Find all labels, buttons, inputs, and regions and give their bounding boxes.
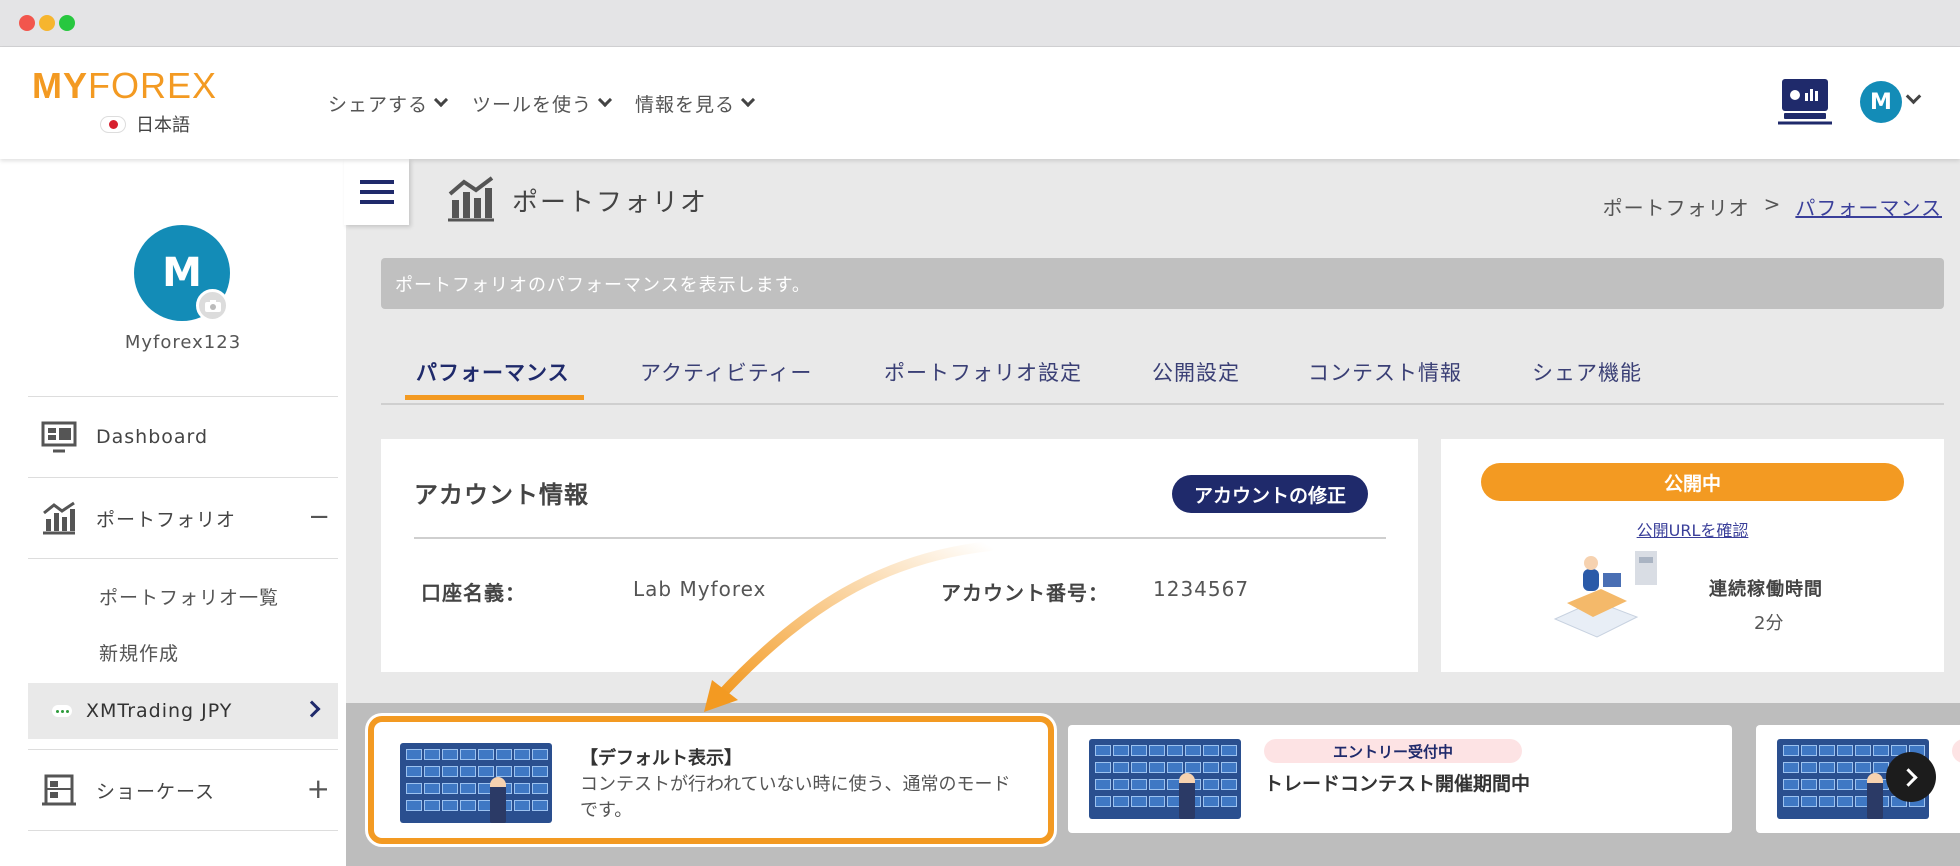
trading-monitor-icon[interactable] bbox=[1776, 77, 1836, 131]
expand-plus-icon[interactable]: + bbox=[307, 772, 330, 805]
account-info-title: アカウント情報 bbox=[414, 481, 589, 509]
page-title: ポートフォリオ bbox=[512, 188, 709, 218]
nav-tools[interactable]: ツールを使う bbox=[472, 47, 613, 159]
nav-tools-label: ツールを使う bbox=[472, 93, 593, 116]
logo-my: MY bbox=[32, 65, 88, 106]
status-dots-icon bbox=[52, 705, 72, 717]
edit-account-button[interactable]: アカウントの修正 bbox=[1172, 475, 1369, 513]
carousel-slide-default[interactable]: 【デフォルト表示】 コンテストが行われていない時に使う、通常のモードです。 bbox=[368, 716, 1054, 844]
sidebar-item-portfolio-label: ポートフォリオ bbox=[96, 508, 237, 531]
sidebar: M Myforex123 Dashboard ポートフォリオ − ポートフォリオ… bbox=[20, 159, 346, 866]
slide-contest-title: トレードコンテスト開催期間中 bbox=[1264, 773, 1531, 795]
tabs-baseline bbox=[381, 403, 1944, 405]
tab-activity[interactable]: アクティビティー bbox=[640, 357, 812, 387]
portfolio-title-icon bbox=[448, 176, 494, 222]
chevron-down-icon bbox=[433, 92, 449, 108]
sidebar-item-showcase[interactable]: ショーケース + bbox=[28, 750, 338, 830]
sidebar-item-dashboard[interactable]: Dashboard bbox=[28, 397, 338, 477]
hamburger-menu-button[interactable] bbox=[344, 159, 409, 225]
japan-flag-icon bbox=[100, 115, 126, 133]
profile-username: Myforex123 bbox=[124, 332, 242, 353]
sidebar-item-portfolio[interactable]: ポートフォリオ − bbox=[28, 478, 338, 558]
sidebar-subitem-new[interactable]: 新規作成 bbox=[99, 639, 179, 666]
uptime-value: 2分 bbox=[1754, 613, 1784, 634]
account-number-value: 1234567 bbox=[1153, 577, 1250, 601]
tab-performance[interactable]: パフォーマンス bbox=[416, 357, 570, 387]
breadcrumb-current[interactable]: パフォーマンス bbox=[1795, 192, 1942, 221]
next-slide-badge bbox=[1952, 739, 1960, 763]
tab-share[interactable]: シェア機能 bbox=[1532, 357, 1642, 387]
tab-contest-info[interactable]: コンテスト情報 bbox=[1308, 357, 1462, 387]
camera-icon[interactable] bbox=[196, 289, 229, 322]
entry-open-badge: エントリー受付中 bbox=[1264, 739, 1522, 763]
site-header: MY FOREX 日本語 シェアする ツールを使う 情報を見る M bbox=[0, 47, 1960, 159]
carousel-slide-contest[interactable]: エントリー受付中 トレードコンテスト開催期間中 bbox=[1068, 725, 1732, 833]
nav-share[interactable]: シェアする bbox=[328, 47, 449, 159]
info-banner: ポートフォリオのパフォーマンスを表示します。 bbox=[381, 258, 1944, 309]
sidebar-item-dashboard-label: Dashboard bbox=[96, 426, 209, 448]
sidebar-subitem-xmtrading[interactable]: XMTrading JPY bbox=[28, 683, 338, 739]
presenter-figure bbox=[490, 777, 506, 823]
annotation-arrow bbox=[704, 541, 995, 712]
tab-active-indicator bbox=[405, 395, 584, 400]
avatar-menu-chevron-icon[interactable] bbox=[1905, 88, 1922, 105]
presenter-figure bbox=[1867, 773, 1883, 819]
sidebar-subitem-xmtrading-label: XMTrading JPY bbox=[86, 700, 233, 722]
portfolio-chart-icon bbox=[43, 501, 75, 535]
contest-mode-thumbnail bbox=[1089, 739, 1241, 819]
sidebar-item-showcase-label: ショーケース bbox=[96, 780, 216, 803]
nav-info[interactable]: 情報を見る bbox=[635, 47, 756, 159]
tab-public-settings[interactable]: 公開設定 bbox=[1152, 357, 1240, 387]
chevron-down-icon bbox=[597, 92, 613, 108]
slide-default-description: コンテストが行われていない時に使う、通常のモードです。 bbox=[580, 774, 1011, 821]
dashboard-icon bbox=[41, 421, 77, 453]
account-divider bbox=[414, 537, 1386, 539]
myforex-logo[interactable]: MY FOREX bbox=[32, 65, 218, 107]
breadcrumb-separator: > bbox=[1763, 192, 1782, 216]
account-name-label: 口座名義： bbox=[421, 581, 526, 605]
public-url-link[interactable]: 公開URLを確認 bbox=[1441, 517, 1944, 541]
slide-default-title: 【デフォルト表示】 bbox=[580, 748, 742, 769]
carousel-next-button[interactable] bbox=[1886, 752, 1936, 802]
nav-share-label: シェアする bbox=[328, 93, 429, 116]
chevron-right-icon bbox=[1899, 767, 1918, 787]
sidebar-subitem-portfolio-list[interactable]: ポートフォリオ一覧 bbox=[99, 583, 279, 610]
tab-portfolio-settings[interactable]: ポートフォリオ設定 bbox=[884, 357, 1082, 387]
language-label: 日本語 bbox=[136, 115, 190, 136]
window-titlebar bbox=[0, 0, 1960, 47]
breadcrumb: ポートフォリオ > パフォーマンス bbox=[1603, 192, 1942, 221]
logo-forex: FOREX bbox=[88, 65, 218, 106]
uptime-label: 連続稼働時間 bbox=[1709, 579, 1823, 600]
chevron-down-icon bbox=[740, 92, 756, 108]
public-status-card: 公開中 公開URLを確認 連続稼働時間 2分 bbox=[1441, 439, 1944, 672]
public-status-badge: 公開中 bbox=[1481, 463, 1904, 501]
sidebar-subitem-new-label: 新規作成 bbox=[99, 643, 180, 665]
close-window-button[interactable] bbox=[19, 15, 35, 31]
header-avatar[interactable]: M bbox=[1860, 81, 1902, 123]
maximize-window-button[interactable] bbox=[59, 15, 75, 31]
presenter-figure bbox=[1179, 773, 1195, 819]
sidebar-subitem-portfolio-list-label: ポートフォリオ一覧 bbox=[99, 587, 280, 609]
language-selector[interactable]: 日本語 bbox=[100, 111, 190, 137]
operator-illustration bbox=[1553, 551, 1657, 638]
showcase-icon bbox=[42, 774, 76, 806]
chevron-right-icon bbox=[303, 700, 321, 718]
default-mode-thumbnail bbox=[400, 743, 552, 823]
collapse-minus-icon[interactable]: − bbox=[308, 502, 330, 532]
minimize-window-button[interactable] bbox=[39, 15, 55, 31]
nav-info-label: 情報を見る bbox=[635, 93, 736, 116]
breadcrumb-parent[interactable]: ポートフォリオ bbox=[1603, 192, 1750, 221]
